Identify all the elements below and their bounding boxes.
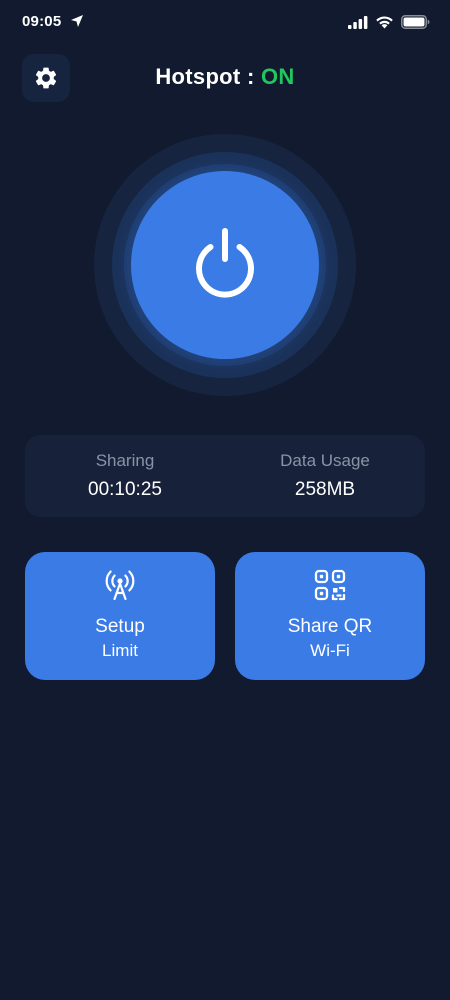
sharing-label: Sharing [95,451,155,470]
page-title-label: Hotspot : [155,64,262,89]
power-button[interactable] [131,171,319,359]
location-arrow-icon [71,15,83,27]
data-usage-value: 258MB [294,479,356,500]
data-usage-label: Data Usage [280,451,370,470]
hotspot-state: ON [261,64,295,89]
power-icon [196,228,254,298]
cellular-signal-icon [348,15,368,29]
share-qr-button[interactable]: Share QR Wi-Fi [235,552,425,680]
qr-code-icon [314,569,346,601]
share-qr-title: Share QR [287,616,373,637]
sharing-stat: Sharing 00:10:25 [25,435,225,517]
status-time: 09:05 [22,13,62,30]
wifi-icon [376,16,393,29]
status-icons [348,14,430,30]
status-bar: 09:05 [0,0,450,44]
page-title: Hotspot : ON [0,64,450,90]
stats-card: Sharing 00:10:25 Data Usage 258MB [25,435,425,517]
battery-icon [401,15,430,29]
sharing-value: 00:10:25 [88,479,162,500]
setup-limit-subtitle: Limit [102,641,138,660]
hotspot-screen: 09:05 Hotspot: ON Sharing 00:10:25 Data… [0,0,450,1000]
setup-limit-title: Setup [95,616,145,637]
share-qr-subtitle: Wi-Fi [310,641,350,660]
setup-limit-button[interactable]: Setup Limit [25,552,215,680]
data-usage-stat: Data Usage 258MB [225,435,425,517]
antenna-icon [105,570,135,601]
